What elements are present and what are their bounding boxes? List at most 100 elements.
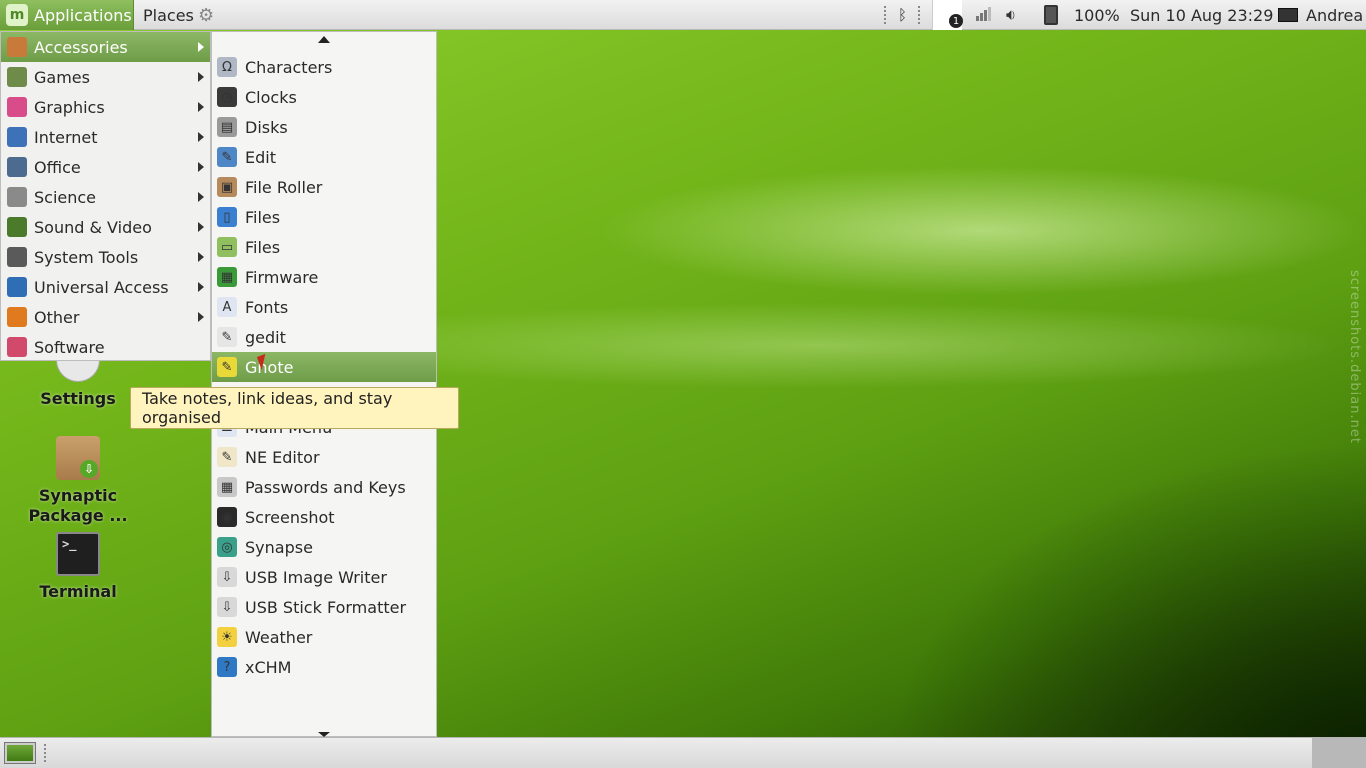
menu-item-label: xCHM (245, 657, 292, 677)
menu-item-label: Screenshot (245, 507, 335, 527)
menu-item-disks[interactable]: ▤ Disks (212, 112, 436, 142)
menu-item-label: Edit (245, 147, 276, 167)
menu-item-usb-stick-formatter[interactable]: ⇩ USB Stick Formatter (212, 592, 436, 622)
system-gear-icon[interactable]: ⚙ (198, 0, 214, 30)
menu-category-label: Internet (34, 127, 98, 147)
clocks-icon: ◷ (217, 87, 237, 107)
menu-item-label: Clocks (245, 87, 297, 107)
usb-stick-formatter-icon: ⇩ (217, 597, 237, 617)
menu-item-weather[interactable]: ☀ Weather (212, 622, 436, 652)
menu-item-clocks[interactable]: ◷ Clocks (212, 82, 436, 112)
sound-video-icon (7, 217, 27, 237)
science-icon (7, 187, 27, 207)
panel-grip (918, 6, 922, 24)
show-desktop-button[interactable] (4, 742, 36, 764)
terminal-icon: >_ (56, 532, 100, 576)
panel-grip (884, 6, 888, 24)
places-menu-button[interactable]: Places (143, 0, 194, 30)
menu-item-fonts[interactable]: A Fonts (212, 292, 436, 322)
submenu-arrow-icon (198, 72, 204, 82)
menu-item-usb-image-writer[interactable]: ⇩ USB Image Writer (212, 562, 436, 592)
office-icon (7, 157, 27, 177)
menu-item-label: NE Editor (245, 447, 320, 467)
menu-item-screenshot[interactable]: ◉ Screenshot (212, 502, 436, 532)
folder-icon: ▭ (217, 237, 237, 257)
user-screen-icon[interactable] (1278, 0, 1298, 30)
menu-category-universal-access[interactable]: Universal Access (1, 272, 210, 302)
menu-category-games[interactable]: Games (1, 62, 210, 92)
scroll-up-arrow-icon[interactable] (318, 36, 330, 43)
menu-item-xchm[interactable]: ? xCHM (212, 652, 436, 682)
other-icon (7, 307, 27, 327)
menu-item-gedit[interactable]: ✎ gedit (212, 322, 436, 352)
menu-item-label: Passwords and Keys (245, 477, 406, 497)
menu-category-label: Sound & Video (34, 217, 152, 237)
menu-category-label: Universal Access (34, 277, 169, 297)
network-signal-icon[interactable] (976, 0, 991, 30)
submenu-arrow-icon (198, 132, 204, 142)
menu-category-internet[interactable]: Internet (1, 122, 210, 152)
menu-item-label: gedit (245, 327, 286, 347)
applications-label: Applications (34, 5, 132, 25)
menu-item-ne-editor[interactable]: ✎ NE Editor (212, 442, 436, 472)
desktop-icon-terminal[interactable]: >_ Terminal (38, 532, 118, 602)
menu-category-accessories[interactable]: Accessories (1, 32, 210, 62)
software-icon (7, 337, 27, 357)
menu-item-gnote[interactable]: ✎ Gnote (212, 352, 436, 382)
menu-category-software[interactable]: Software (1, 332, 210, 362)
menu-category-label: Games (34, 67, 90, 87)
menu-item-passwords-and-keys[interactable]: ▦ Passwords and Keys (212, 472, 436, 502)
menu-category-sound-video[interactable]: Sound & Video (1, 212, 210, 242)
menu-item-edit[interactable]: ✎ Edit (212, 142, 436, 172)
submenu-arrow-icon (198, 42, 204, 52)
bottom-panel (0, 737, 1366, 768)
submenu-arrow-icon (198, 162, 204, 172)
firmware-icon: ▦ (217, 267, 237, 287)
menu-category-label: Graphics (34, 97, 105, 117)
menu-item-synapse[interactable]: ◎ Synapse (212, 532, 436, 562)
menu-item-firmware[interactable]: ▦ Firmware (212, 262, 436, 292)
battery-icon[interactable] (1044, 0, 1058, 30)
applications-menu: Accessories Games Graphics Internet Office Sc… (0, 31, 211, 361)
desktop-icon-label: Terminal (39, 582, 117, 601)
applications-menu-button[interactable]: m Applications (0, 0, 134, 30)
menu-category-system-tools[interactable]: System Tools (1, 242, 210, 272)
system-tools-icon (7, 247, 27, 267)
menu-item-label: File Roller (245, 177, 323, 197)
submenu-arrow-icon (198, 282, 204, 292)
menu-item-label: Disks (245, 117, 288, 137)
menu-category-office[interactable]: Office (1, 152, 210, 182)
menu-item-files[interactable]: ▭ Files (212, 232, 436, 262)
desktop-icon-label: Settings (40, 389, 116, 408)
menu-category-science[interactable]: Science (1, 182, 210, 212)
menu-item-label: Files (245, 207, 281, 227)
screenshot-icon: ◉ (217, 507, 237, 527)
notification-icon[interactable]: 1 (932, 0, 963, 30)
watermark: screenshots.debian.net (1347, 270, 1362, 444)
clock[interactable]: Sun 10 Aug 23:29 (1130, 0, 1273, 30)
top-panel: m Applications Places ⚙ ᛒ 1 🔉︎ 100% Sun … (0, 0, 1366, 30)
edit-icon: ✎ (217, 147, 237, 167)
submenu-arrow-icon (198, 312, 204, 322)
volume-icon[interactable]: 🔉︎ (1006, 0, 1016, 30)
fonts-icon: A (217, 297, 237, 317)
bluetooth-icon[interactable]: ᛒ (898, 0, 907, 30)
user-name[interactable]: Andrea (1306, 0, 1363, 30)
menu-item-file-roller[interactable]: ▣ File Roller (212, 172, 436, 202)
submenu-arrow-icon (198, 222, 204, 232)
menu-item-files[interactable]: ▯ Files (212, 202, 436, 232)
desktop-icon-settings[interactable]: Settings (38, 360, 118, 409)
desktop-icon-label: Synaptic (38, 486, 118, 505)
menu-category-label: Software (34, 337, 105, 357)
internet-icon (7, 127, 27, 147)
menu-item-label: Characters (245, 57, 333, 77)
menu-category-graphics[interactable]: Graphics (1, 92, 210, 122)
desktop-icon-synaptic[interactable]: ⇩ Synaptic Package ... (26, 436, 130, 526)
submenu-arrow-icon (198, 102, 204, 112)
submenu-arrow-icon (198, 252, 204, 262)
accessories-submenu: Ω Characters ◷ Clocks ▤ Disks ✎ Edit ▣ File Rolle… (211, 31, 437, 737)
menu-category-other[interactable]: Other (1, 302, 210, 332)
workspace-switcher[interactable] (1312, 738, 1366, 768)
menu-item-characters[interactable]: Ω Characters (212, 52, 436, 82)
battery-percentage[interactable]: 100% (1074, 0, 1120, 30)
